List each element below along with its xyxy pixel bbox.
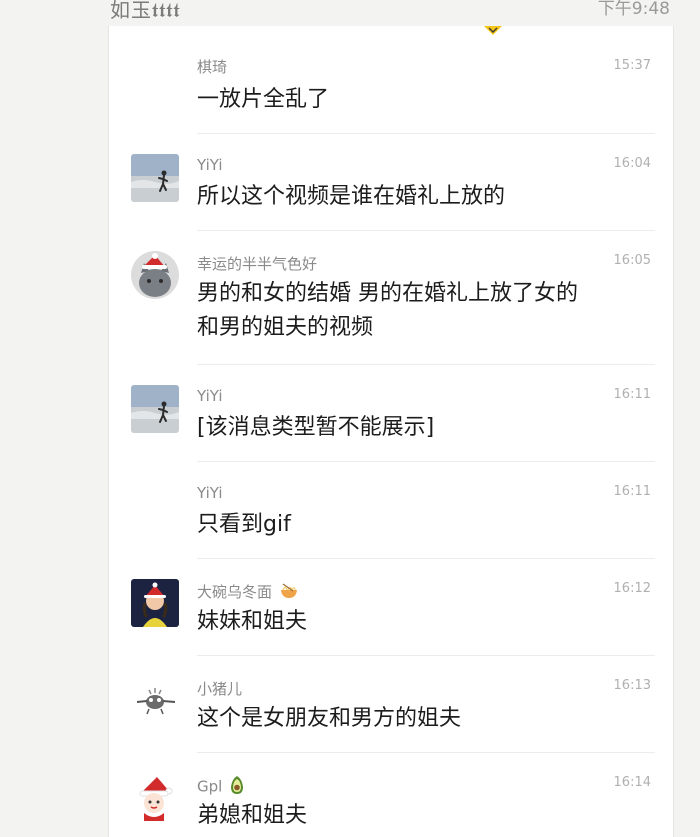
top-bar: 如玉𝖙𝖙𝖙𝖙 下午9:48 xyxy=(0,0,700,26)
cat-with-santa-hat-icon xyxy=(131,251,179,299)
chat-title: 如玉𝖙𝖙𝖙𝖙 xyxy=(110,0,181,22)
message-item[interactable]: 小猪儿 16:13 这个是女朋友和男方的姐夫 xyxy=(109,656,673,753)
message-text: 男的和女的结婚 男的在婚礼上放了女的 和男的姐夫的视频 xyxy=(197,277,657,345)
sender-name: 幸运的半半气色好 xyxy=(197,255,318,273)
message-time: 15:37 xyxy=(613,58,651,73)
message-time: 16:04 xyxy=(613,156,651,171)
message-item[interactable]: YiYi 16:11 [该消息类型暂不能展示] xyxy=(109,365,673,462)
message-item[interactable]: 大碗乌冬面 16:12 妹妹和姐夫 xyxy=(109,559,673,656)
message-text: 只看到gif xyxy=(197,512,291,537)
message-text-line: 和男的姐夫的视频 xyxy=(197,315,374,340)
message-text: 所以这个视频是谁在婚礼上放的 xyxy=(197,184,506,209)
girl-with-santa-hat-icon xyxy=(131,579,179,627)
sender-name: YiYi xyxy=(197,387,223,405)
message-text: 妹妹和姐夫 xyxy=(197,609,308,634)
avatar[interactable] xyxy=(131,385,179,433)
sender-name: YiYi xyxy=(197,484,223,502)
avatar[interactable] xyxy=(131,676,179,724)
message-text: 弟媳和姐夫 xyxy=(197,803,308,828)
beach-photo-icon xyxy=(131,385,179,433)
message-item[interactable]: Gpl 16:14 弟媳和姐夫 xyxy=(109,753,673,837)
bird-sketch-icon xyxy=(131,676,179,724)
beach-photo-icon xyxy=(131,154,179,202)
message-text: [该消息类型暂不能展示] xyxy=(197,415,435,440)
avocado-icon xyxy=(229,775,245,799)
avatar[interactable] xyxy=(131,773,179,821)
message-time: 16:11 xyxy=(613,387,651,402)
chat-panel: 棋琦 15:37 一放片全乱了 YiYi 16:04 所以这个视频是谁在婚礼上放… xyxy=(108,26,674,837)
sender-name: 小猪儿 xyxy=(197,680,243,698)
message-time: 16:14 xyxy=(613,775,651,790)
status-time: 下午9:48 xyxy=(597,0,670,19)
message-text-line: 男的和女的结婚 男的在婚礼上放了女的 xyxy=(197,281,578,306)
message-item[interactable]: YiYi 16:04 所以这个视频是谁在婚礼上放的 xyxy=(109,134,673,231)
sender-name: YiYi xyxy=(197,156,223,174)
message-time: 16:12 xyxy=(613,581,651,596)
message-text: 一放片全乱了 xyxy=(197,87,330,112)
message-time: 16:05 xyxy=(613,253,651,268)
noodle-bowl-icon xyxy=(279,582,299,604)
sender-name-text: 大碗乌冬面 xyxy=(197,583,273,601)
santa-cartoon-icon xyxy=(131,773,179,821)
sender-name-text: Gpl xyxy=(197,777,223,796)
avatar[interactable] xyxy=(131,251,179,299)
sender-name: 大碗乌冬面 xyxy=(197,581,299,604)
message-item[interactable]: 棋琦 15:37 一放片全乱了 xyxy=(109,26,673,134)
chevron-down-icon[interactable] xyxy=(483,26,503,36)
message-time: 16:13 xyxy=(613,678,651,693)
message-item[interactable]: 幸运的半半气色好 16:05 男的和女的结婚 男的在婚礼上放了女的 和男的姐夫的… xyxy=(109,231,673,365)
message-text: 这个是女朋友和男方的姐夫 xyxy=(197,706,462,731)
message-item[interactable]: YiYi 16:11 只看到gif xyxy=(109,462,673,559)
avatar[interactable] xyxy=(131,579,179,627)
message-time: 16:11 xyxy=(613,484,651,499)
avatar[interactable] xyxy=(131,154,179,202)
sender-name: Gpl xyxy=(197,775,245,799)
sender-name: 棋琦 xyxy=(197,58,228,76)
